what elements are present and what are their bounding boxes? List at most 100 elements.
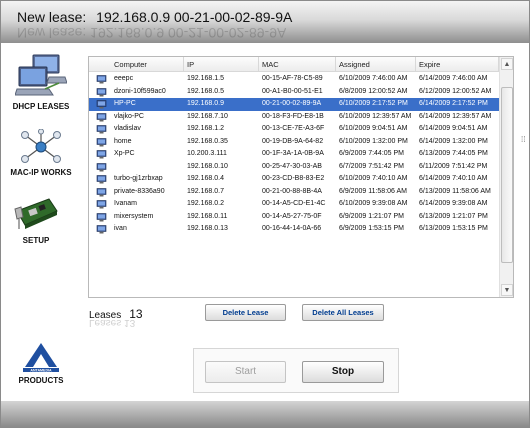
computer-icon <box>96 112 107 121</box>
cell-computer: Xp-PC <box>114 150 135 157</box>
computer-icon <box>96 125 107 134</box>
table-row[interactable]: vladislav 192.168.1.2 00-13-CE-7E-A3-6F 6/1… <box>89 123 499 136</box>
leases-label-reflection: Leases <box>89 319 122 328</box>
resize-grip-icon[interactable]: ⁞⁞ <box>521 135 529 149</box>
nav-mac-ip-works-label: MAC-IP WORKS <box>10 168 72 177</box>
cell-assigned: 6/9/2009 7:44:05 PM <box>339 150 404 157</box>
table-row[interactable]: vlajko-PC 192.168.7.10 00-18-F3-FD-E8-1B 6/… <box>89 111 499 124</box>
network-nodes-icon <box>21 129 61 163</box>
network-card-icon <box>14 198 58 229</box>
table-row[interactable]: Xp-PC 10.200.3.111 00-1F-3A-1A-0B-9A 6/9/20… <box>89 148 499 161</box>
nav-products[interactable]: ANTAMEDIA PRODUCTS <box>1 341 81 385</box>
cell-ip: 192.168.0.9 <box>187 100 224 107</box>
header-bar: New lease: 192.168.0.9 00-21-00-02-89-9A… <box>1 1 529 43</box>
cell-mac: 00-15-AF-78-C5-89 <box>262 75 323 82</box>
cell-computer: private-8336a90 <box>114 187 165 195</box>
cell-computer: dzoni-10f599ac0 <box>114 87 166 95</box>
nav-dhcp-leases-label: DHCP LEASES <box>12 102 70 111</box>
cell-mac: 00-19-DB-9A-64-82 <box>262 137 324 145</box>
cell-mac: 00-13-CE-7E-A3-6F <box>262 125 325 132</box>
cell-ip: 192.168.7.10 <box>187 112 228 120</box>
leases-count-reflection: Leases 13 <box>89 319 135 328</box>
cell-expire: 6/13/2009 1:21:07 PM <box>419 212 488 220</box>
cell-assigned: 6/10/2009 9:39:08 AM <box>339 200 408 207</box>
table-row[interactable]: turbo-gj1zrbxap 192.168.0.4 00-23-CD-B8-83… <box>89 173 499 186</box>
cell-mac: 00-A1-B0-00-51-E1 <box>262 87 323 95</box>
table-row[interactable]: ivan 192.168.0.13 00-16-44-14-0A-66 6/9/200… <box>89 223 499 236</box>
cell-ip: 192.168.1.5 <box>187 75 224 82</box>
cell-expire: 6/14/2009 9:39:08 AM <box>419 200 488 207</box>
cell-mac: 00-25-47-30-03-AB <box>262 162 322 170</box>
delete-lease-button[interactable]: Delete Lease <box>205 304 286 321</box>
cell-assigned: 6/9/2009 11:58:06 AM <box>339 187 407 195</box>
nav-setup[interactable]: SETUP <box>0 193 76 245</box>
new-lease-title: New lease: 192.168.0.9 00-21-00-02-89-9A <box>17 9 292 25</box>
cell-expire: 6/13/2009 1:53:15 PM <box>419 225 488 232</box>
computer-icon <box>96 150 107 159</box>
new-lease-label: New lease: <box>17 9 87 25</box>
cell-assigned: 6/8/2009 12:00:52 AM <box>339 87 408 95</box>
cell-mac: 00-14-A5-CD-E1-4C <box>262 200 326 207</box>
cell-mac: 00-21-00-02-89-9A <box>262 100 322 107</box>
stop-button[interactable]: Stop <box>302 361 384 383</box>
table-row[interactable]: mixersystem 192.168.0.11 00-14-A5-27-75-0F… <box>89 211 499 224</box>
table-row[interactable]: eeepc 192.168.1.5 00-15-AF-78-C5-89 6/10/20… <box>89 73 499 86</box>
cell-assigned: 6/10/2009 2:17:52 PM <box>339 100 408 107</box>
cell-mac: 00-23-CD-B8-83-E2 <box>262 175 325 182</box>
table-row[interactable]: home 192.168.0.35 00-19-DB-9A-64-82 6/10/20… <box>89 136 499 149</box>
cell-expire: 6/13/2009 7:44:05 PM <box>419 150 488 157</box>
delete-all-leases-button[interactable]: Delete All Leases <box>302 304 384 321</box>
cell-ip: 192.168.0.5 <box>187 87 224 95</box>
table-header: Computer IP MAC Assigned Expire <box>89 57 499 72</box>
cell-computer: vlajko-PC <box>114 112 144 120</box>
cell-ip: 192.168.0.2 <box>187 200 224 207</box>
cell-ip: 192.168.0.35 <box>187 137 228 145</box>
cell-computer: HP-PC <box>114 100 136 107</box>
new-lease-title-reflection: New lease: 192.168.0.9 00-21-00-02-89-9A <box>17 25 286 41</box>
scrollbar-thumb[interactable] <box>501 87 513 263</box>
nav-products-label: PRODUCTS <box>18 376 64 385</box>
cell-computer: vladislav <box>114 125 141 132</box>
leases-count-value-reflection: 13 <box>124 319 136 328</box>
cell-computer: eeepc <box>114 75 134 82</box>
footer-bar <box>1 401 529 427</box>
cell-computer: turbo-gj1zrbxap <box>114 175 163 182</box>
cell-mac: 00-16-44-14-0A-66 <box>262 225 322 232</box>
network-computers-icon <box>15 54 67 96</box>
vertical-scrollbar[interactable]: ▲ ▼ <box>499 57 513 297</box>
antamedia-logo: ANTAMEDIA <box>23 343 59 373</box>
table-body: eeepc 192.168.1.5 00-15-AF-78-C5-89 6/10/20… <box>89 73 499 236</box>
cell-assigned: 6/10/2009 9:04:51 AM <box>339 125 408 132</box>
nav-mac-ip-works[interactable]: MAC-IP WORKS <box>1 129 81 177</box>
cell-expire: 6/14/2009 7:40:10 AM <box>419 175 488 182</box>
cell-mac: 00-1F-3A-1A-0B-9A <box>262 150 324 157</box>
nav-dhcp-leases[interactable]: DHCP LEASES <box>1 53 81 111</box>
computer-icon <box>96 225 107 234</box>
computer-icon <box>96 162 107 171</box>
column-header-mac[interactable]: MAC <box>259 57 336 72</box>
column-header-assigned[interactable]: Assigned <box>336 57 416 72</box>
cell-mac: 00-18-F3-FD-E8-1B <box>262 112 324 120</box>
table-row[interactable]: private-8336a90 192.168.0.7 00-21-00-88-8B… <box>89 186 499 199</box>
start-button[interactable]: Start <box>205 361 286 383</box>
column-header-ip[interactable]: IP <box>184 57 259 72</box>
cell-mac: 00-21-00-88-8B-4A <box>262 187 322 195</box>
table-row[interactable]: 192.168.0.10 00-25-47-30-03-AB 6/7/2009 7:… <box>89 161 499 174</box>
scroll-down-arrow-icon[interactable]: ▼ <box>501 284 513 296</box>
cell-assigned: 6/10/2009 7:46:00 AM <box>339 75 408 82</box>
computer-icon <box>96 87 107 96</box>
column-header-computer[interactable]: Computer <box>111 57 184 72</box>
new-lease-label-reflection: New lease: <box>17 25 87 41</box>
cell-expire: 6/13/2009 11:58:06 AM <box>419 187 491 195</box>
cell-expire: 6/14/2009 12:39:57 AM <box>419 112 492 120</box>
computer-icon <box>96 175 107 184</box>
column-header-expire[interactable]: Expire <box>416 57 499 72</box>
computer-icon <box>96 137 107 146</box>
table-row[interactable]: Ivanam 192.168.0.2 00-14-A5-CD-E1-4C 6/10/2… <box>89 198 499 211</box>
table-row[interactable]: HP-PC 192.168.0.9 00-21-00-02-89-9A 6/10/20… <box>89 98 499 111</box>
cell-expire: 6/12/2009 12:00:52 AM <box>419 87 492 95</box>
table-row[interactable]: dzoni-10f599ac0 192.168.0.5 00-A1-B0-00-51… <box>89 86 499 99</box>
computer-icon <box>96 200 107 209</box>
scroll-up-arrow-icon[interactable]: ▲ <box>501 58 513 70</box>
cell-ip: 192.168.1.2 <box>187 125 224 132</box>
